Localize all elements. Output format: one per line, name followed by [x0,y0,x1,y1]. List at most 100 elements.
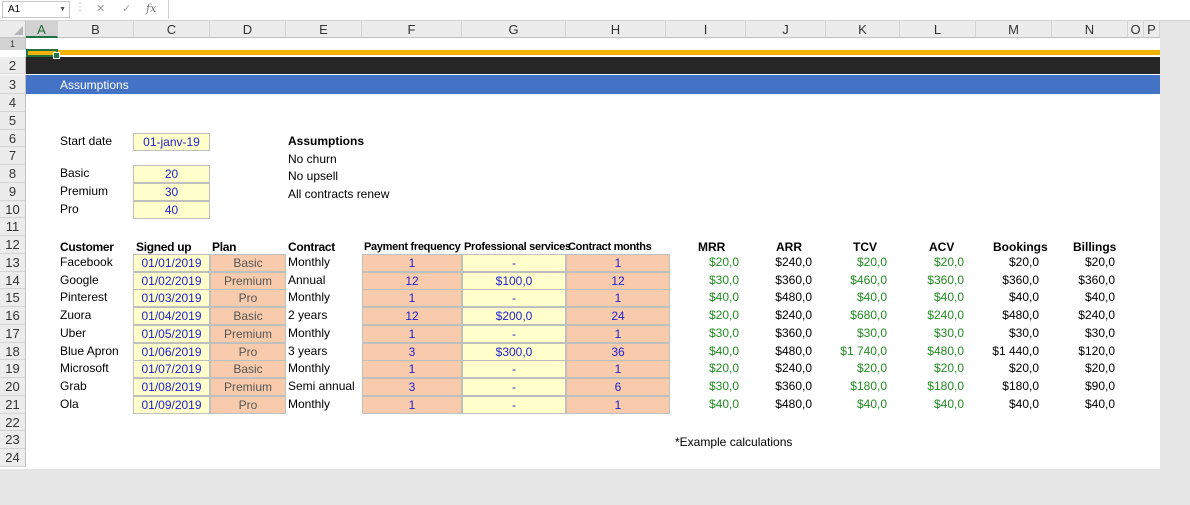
row-header[interactable]: 2 [0,57,26,74]
row-header[interactable]: 16 [0,307,26,325]
row-header[interactable]: 19 [0,360,26,378]
cell-plan[interactable]: Basic [210,360,286,379]
cell-payment-frequency[interactable]: 3 [362,378,462,396]
column-header[interactable]: D [210,21,286,38]
row-header[interactable]: 12 [0,236,26,254]
cell-plan[interactable]: Pro [210,395,286,414]
row-header[interactable]: 14 [0,271,26,290]
cell-signed-up[interactable]: 01/04/2019 [133,307,210,325]
cell-professional-services[interactable]: - [462,324,566,343]
cell-payment-frequency[interactable]: 12 [362,271,462,290]
plan-price-input[interactable]: 20 [133,165,210,183]
cell-professional-services[interactable]: - [462,378,566,396]
cell-signed-up[interactable]: 01/01/2019 [133,253,210,272]
row-header[interactable]: 22 [0,413,26,432]
cell-arr: $240,0 [775,308,812,322]
cell-contract-months[interactable]: 1 [566,395,670,414]
cell-professional-services[interactable]: - [462,395,566,414]
cell-payment-frequency[interactable]: 1 [362,360,462,379]
column-header[interactable]: M [976,21,1052,38]
column-header[interactable]: A [26,21,58,38]
cell-signed-up[interactable]: 01/02/2019 [133,271,210,290]
cell-signed-up[interactable]: 01/07/2019 [133,360,210,379]
spreadsheet-grid[interactable]: ABCDEFGHIJKLMNOP 1 2 3 4 5 6 7 8 9 10 11 12 13 14 15 16… [0,21,1160,469]
cell-contract-months[interactable]: 1 [566,324,670,343]
cell-plan[interactable]: Pro [210,289,286,308]
cell-plan[interactable]: Premium [210,271,286,290]
cell-signed-up[interactable]: 01/03/2019 [133,289,210,308]
cell-professional-services[interactable]: $200,0 [462,307,566,325]
cell-signed-up[interactable]: 01/06/2019 [133,342,210,361]
cell-contract-months[interactable]: 1 [566,360,670,379]
active-cell-cursor[interactable] [26,49,60,59]
cell-payment-frequency[interactable]: 1 [362,324,462,343]
name-box[interactable]: A1 ▼ [2,1,70,18]
plan-price-input[interactable]: 30 [133,182,210,201]
row-header[interactable]: 1 [0,38,26,50]
row-header[interactable]: 15 [0,289,26,307]
column-header[interactable]: C [134,21,210,38]
column-header[interactable]: N [1052,21,1128,38]
column-header[interactable]: B [58,21,134,38]
cell-professional-services[interactable]: - [462,253,566,272]
cell-signed-up[interactable]: 01/05/2019 [133,324,210,343]
cell-professional-services[interactable]: $100,0 [462,271,566,290]
cell-payment-frequency[interactable]: 12 [362,307,462,325]
row-header[interactable]: 21 [0,395,26,414]
column-header[interactable]: L [900,21,976,38]
row-header[interactable]: 6 [0,129,26,148]
column-header[interactable]: G [462,21,566,38]
cell-payment-frequency[interactable]: 1 [362,395,462,414]
column-header[interactable]: E [286,21,362,38]
cell-signed-up[interactable]: 01/09/2019 [133,395,210,414]
column-header[interactable]: K [826,21,900,38]
cell-contract-months[interactable]: 12 [566,271,670,290]
row-header[interactable]: 23 [0,431,26,449]
start-date-input[interactable]: 01-janv-19 [133,133,210,151]
cell-contract-months[interactable]: 24 [566,307,670,325]
enter-icon[interactable]: ✓ [122,2,131,15]
select-all-corner[interactable] [0,21,26,38]
cell-professional-services[interactable]: - [462,289,566,308]
cell-contract-months[interactable]: 1 [566,253,670,272]
row-header[interactable]: 9 [0,182,26,201]
row-header[interactable]: 13 [0,253,26,272]
row-header[interactable]: 17 [0,324,26,343]
cell-plan[interactable]: Premium [210,378,286,396]
cell-plan[interactable]: Basic [210,307,286,325]
row-header[interactable]: 24 [0,449,26,467]
formula-input[interactable] [168,0,1190,19]
cell-professional-services[interactable]: - [462,360,566,379]
row-header[interactable]: 4 [0,94,26,112]
column-header[interactable]: J [746,21,826,38]
cell-payment-frequency[interactable]: 1 [362,253,462,272]
row-header[interactable]: 7 [0,147,26,165]
column-header[interactable]: H [566,21,666,38]
cell-payment-frequency[interactable]: 1 [362,289,462,308]
cell-payment-frequency[interactable]: 3 [362,342,462,361]
row-header[interactable]: 5 [0,111,26,130]
row-header[interactable]: 20 [0,378,26,396]
cell-plan[interactable]: Pro [210,342,286,361]
cancel-icon[interactable]: ✕ [96,2,105,15]
column-header[interactable]: I [666,21,746,38]
column-header[interactable]: P [1144,21,1160,38]
chevron-down-icon[interactable]: ▼ [59,2,66,17]
row-header[interactable]: 18 [0,342,26,361]
cell-professional-services[interactable]: $300,0 [462,342,566,361]
function-icon[interactable]: fx [146,2,156,15]
row-header[interactable]: 8 [0,165,26,183]
cell-plan[interactable]: Premium [210,324,286,343]
cell-contract-months[interactable]: 6 [566,378,670,396]
cell-contract-months[interactable]: 36 [566,342,670,361]
cell-plan[interactable]: Basic [210,253,286,272]
column-header[interactable]: O [1128,21,1144,38]
column-header[interactable]: F [362,21,462,38]
section-title: Assumptions [60,78,129,92]
cell-contract-months[interactable]: 1 [566,289,670,308]
plan-price-input[interactable]: 40 [133,200,210,219]
cell-signed-up[interactable]: 01/08/2019 [133,378,210,396]
row-header[interactable]: 11 [0,218,26,236]
row-header[interactable]: 3 [0,75,26,94]
row-header[interactable]: 10 [0,200,26,219]
